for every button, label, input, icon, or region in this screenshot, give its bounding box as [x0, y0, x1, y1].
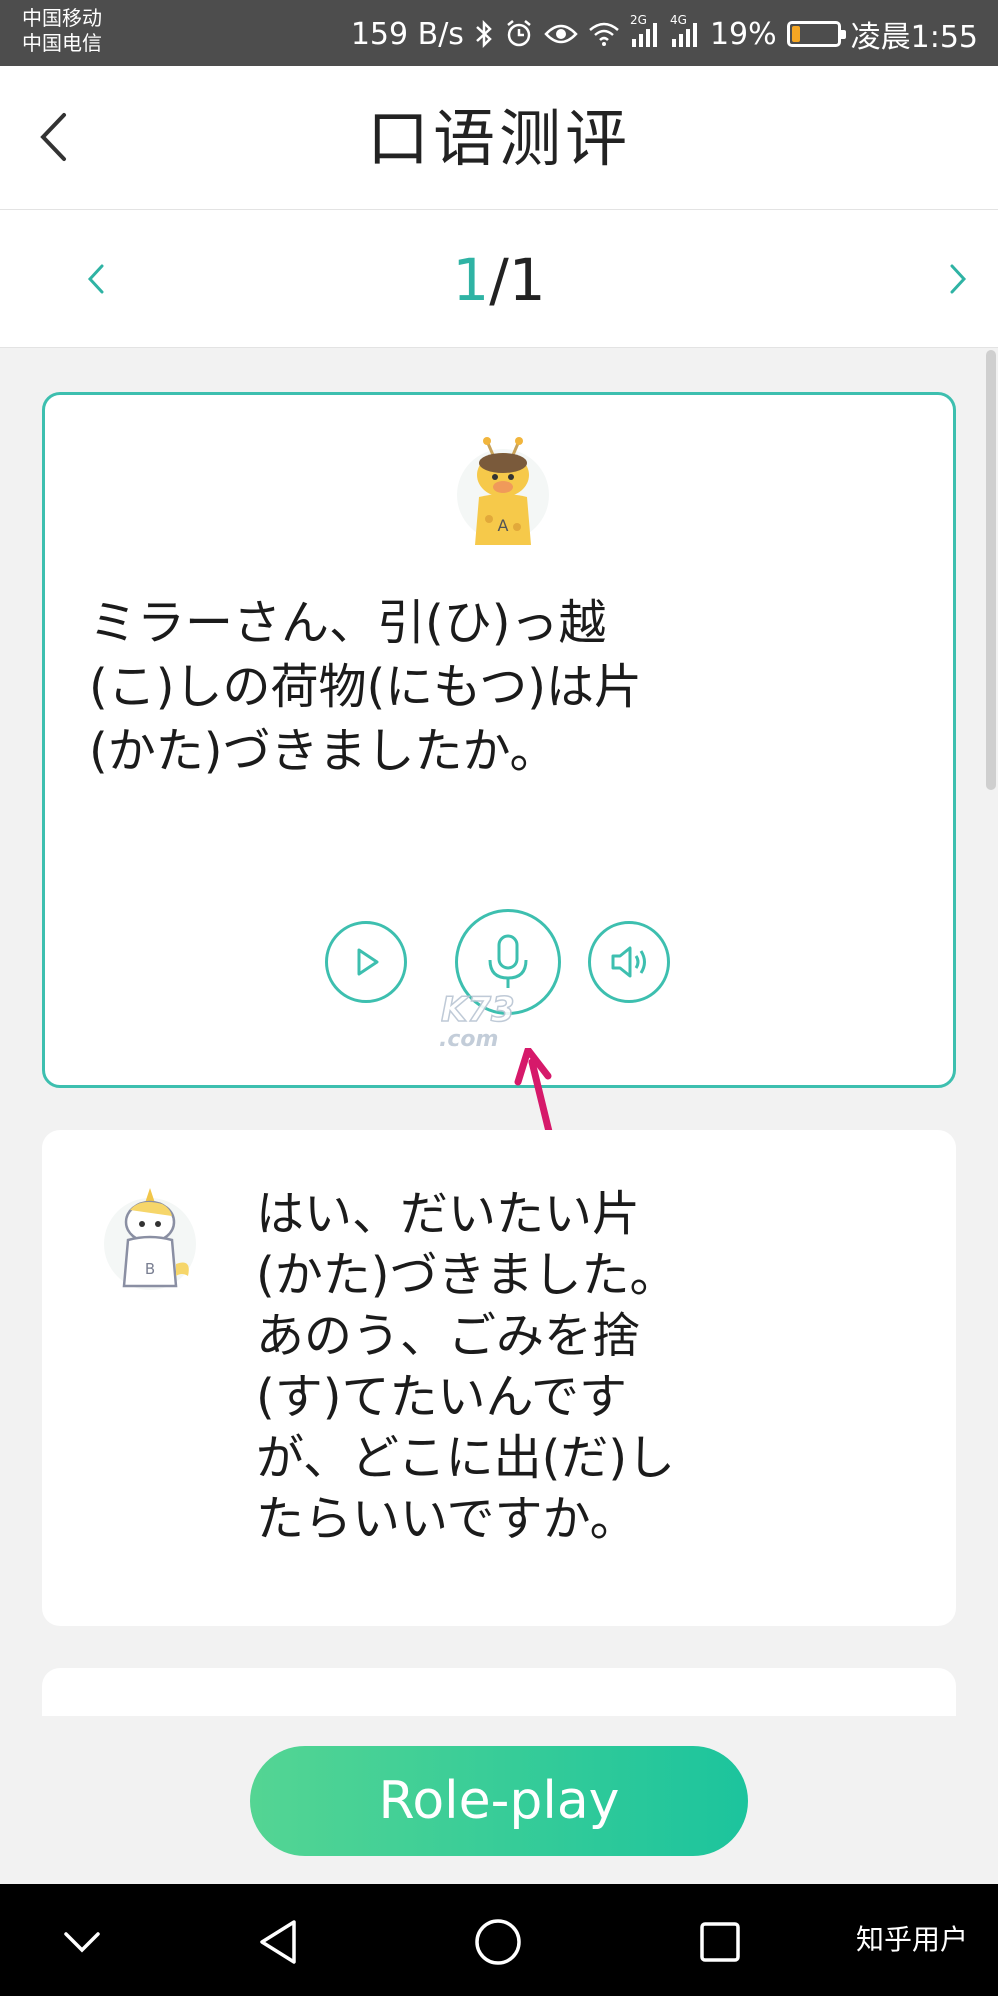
- circle-home-icon: [475, 1919, 521, 1965]
- watermark-site: .com: [439, 1027, 499, 1052]
- battery-level: [791, 26, 800, 42]
- k73-watermark-logo: K73: [441, 989, 515, 1031]
- carrier-labels: 中国移动 中国电信: [22, 6, 102, 56]
- dialog-line: が、どこに出(だ)し: [256, 1430, 676, 1486]
- eye-icon: [544, 24, 578, 44]
- question-pager: 1/1: [0, 210, 998, 348]
- dialog-card-b[interactable]: B はい、だいたい片 (かた)づきました。 あのう、ごみを捨 (す)てたいんです…: [42, 1130, 956, 1626]
- system-back-button[interactable]: [248, 1912, 308, 1972]
- play-icon: [357, 948, 379, 976]
- dialog-line: (す)てたいんです: [256, 1369, 628, 1425]
- watermark-logo-text: K73: [441, 990, 515, 1030]
- current-page: 1: [452, 246, 490, 314]
- clock: 凌晨1:55: [850, 20, 978, 55]
- network-type-1: 2G: [629, 13, 647, 27]
- carrier-1: 中国移动: [22, 6, 102, 30]
- page-separator: /: [489, 246, 509, 314]
- dialog-line: (こ)しの荷物(にもつ)は片: [89, 659, 642, 715]
- signal-2g: 2G: [630, 13, 660, 47]
- status-bar: 中国移动 中国电信 159 B/s 2G 4G 19% 凌晨1:55: [0, 0, 998, 66]
- play-button[interactable]: [325, 921, 407, 1003]
- network-speed: 159 B/s: [350, 16, 464, 52]
- dialog-line: ミラーさん、引(ひ)っ越: [89, 595, 607, 651]
- scrollbar[interactable]: [986, 350, 996, 790]
- dialog-card-a[interactable]: A ミラーさん、引(ひ)っ越 (こ)しの荷物(にもつ)は片 (かた)づきましたか…: [42, 392, 956, 1088]
- signal-4g: 4G: [670, 13, 700, 47]
- carrier-2: 中国电信: [22, 31, 102, 55]
- bottom-action-bar: Role-play: [0, 1716, 998, 1884]
- next-page-button[interactable]: [938, 254, 978, 304]
- page-indicator: 1/1: [0, 248, 998, 312]
- triangle-back-icon: [260, 1920, 296, 1964]
- status-icons: 159 B/s 2G 4G 19% 凌晨1:55: [350, 13, 978, 55]
- page-title: 口语测评: [366, 102, 631, 175]
- battery-icon: [786, 21, 846, 47]
- unicorn-avatar-icon: B: [104, 1188, 196, 1290]
- dialog-text-a: ミラーさん、引(ひ)っ越 (こ)しの荷物(にもつ)は片 (かた)づきましたか。: [89, 591, 889, 783]
- speaker-icon: [611, 946, 646, 978]
- dialog-line: (かた)づきました。: [256, 1247, 678, 1303]
- zhihu-watermark: 知乎用户: [855, 1923, 968, 1956]
- wifi-icon: [589, 22, 619, 46]
- total-pages: 1: [508, 246, 546, 314]
- bluetooth-icon: [476, 19, 492, 49]
- alarm-icon: [507, 20, 531, 47]
- system-home-button[interactable]: [468, 1912, 528, 1972]
- network-type-2: 4G: [669, 13, 687, 27]
- roleplay-button[interactable]: Role-play: [250, 1746, 748, 1856]
- hide-nav-button[interactable]: [52, 1912, 112, 1972]
- chevron-right-icon: [950, 264, 967, 294]
- system-nav-bar: 知乎用户: [0, 1884, 998, 1996]
- playback-recording-button[interactable]: [588, 921, 670, 1003]
- dialog-text-b: はい、だいたい片 (かた)づきました。 あのう、ごみを捨 (す)てたいんです が…: [256, 1184, 816, 1550]
- giraffe-avatar-icon: A: [457, 437, 549, 545]
- battery-percent: 19%: [709, 16, 777, 52]
- square-recents-icon: [700, 1922, 740, 1962]
- screen: 中国移动 中国电信 159 B/s 2G 4G 19% 凌晨1:55 口语测评 …: [0, 0, 998, 1996]
- dialog-line: たらいいですか。: [256, 1491, 638, 1547]
- dialog-line: はい、だいたい片: [256, 1186, 641, 1242]
- dialog-line: あのう、ごみを捨: [256, 1308, 641, 1364]
- speaker-b-label: B: [145, 1260, 155, 1278]
- dialog-card-c[interactable]: [42, 1668, 956, 1716]
- chevron-down-icon: [64, 1932, 100, 1953]
- app-header: 口语测评: [0, 66, 998, 210]
- speaker-a-label: A: [498, 516, 509, 535]
- dialog-line: (かた)づきましたか。: [89, 723, 558, 779]
- system-recents-button[interactable]: [690, 1912, 750, 1972]
- dialog-list[interactable]: A ミラーさん、引(ひ)っ越 (こ)しの荷物(にもつ)は片 (かた)づきましたか…: [0, 348, 998, 1716]
